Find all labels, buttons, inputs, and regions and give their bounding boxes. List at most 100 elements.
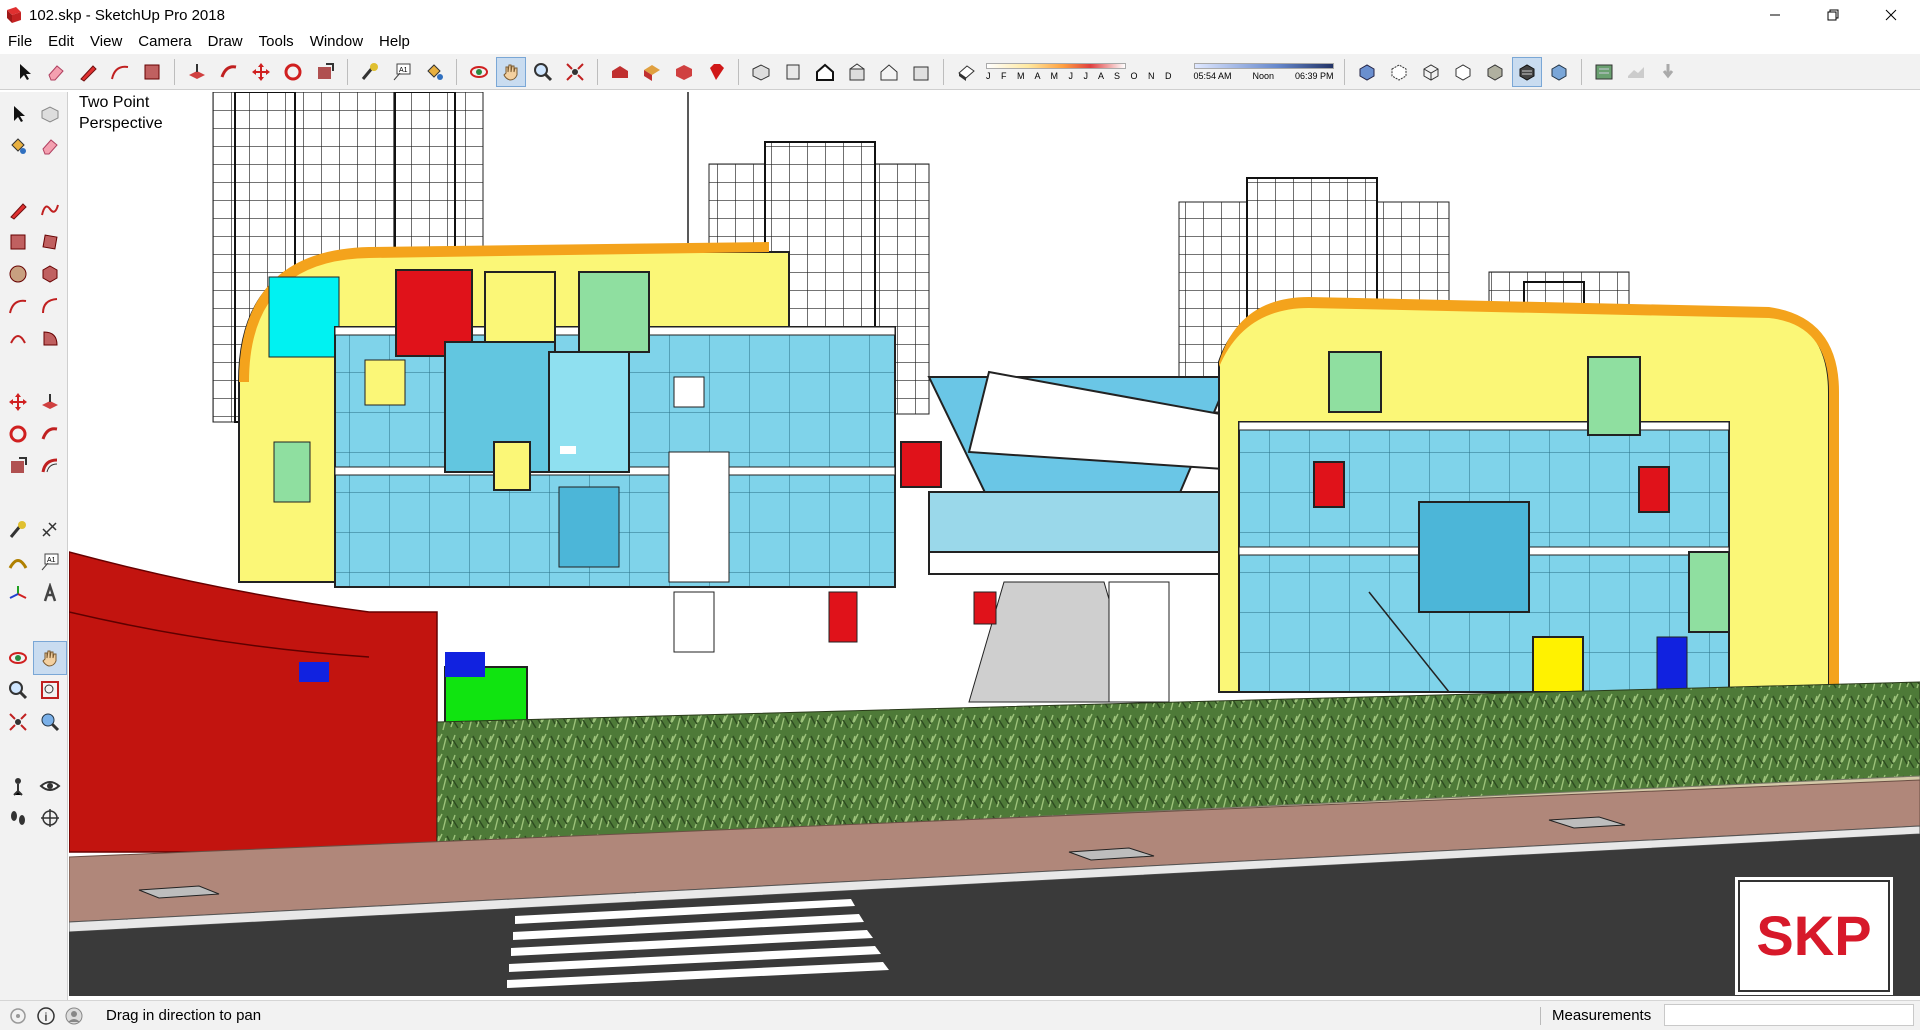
text-tool-button[interactable]: A1 (387, 57, 417, 87)
lt-circle-button[interactable] (2, 258, 34, 290)
wireframe-button[interactable] (1416, 57, 1446, 87)
measurements-input[interactable] (1664, 1004, 1914, 1026)
pan-button[interactable] (496, 56, 526, 87)
left-view-button[interactable] (906, 57, 936, 87)
push-pull-button[interactable] (182, 57, 212, 87)
hidden-line-button[interactable] (1448, 57, 1478, 87)
credits-info-icon[interactable]: i (36, 1006, 56, 1026)
right-view-button[interactable] (842, 57, 872, 87)
line-tool-button[interactable] (73, 57, 103, 87)
lt-zoom-button[interactable] (2, 674, 34, 706)
rotate-tool-button[interactable] (278, 57, 308, 87)
lt-pie-button[interactable] (34, 322, 66, 354)
back-edges-icon (1391, 63, 1407, 81)
minimize-button[interactable] (1746, 0, 1804, 30)
rectangle-tool-button[interactable] (137, 57, 167, 87)
shadow-toggle-button[interactable] (951, 57, 981, 87)
photo-textures-button[interactable] (1653, 57, 1683, 87)
move-icon (9, 393, 27, 411)
lt-freehand-button[interactable] (34, 194, 66, 226)
close-button[interactable] (1862, 0, 1920, 30)
extension-warehouse-button[interactable] (669, 57, 699, 87)
user-account-icon[interactable] (64, 1006, 84, 1026)
lt-walk-button[interactable] (2, 802, 34, 834)
lt-offset-button[interactable] (34, 450, 66, 482)
zoom-extents-button[interactable] (560, 57, 590, 87)
lt-rotate-button[interactable] (2, 418, 34, 450)
lt-orbit-button[interactable] (2, 642, 34, 674)
lt-axes-button[interactable] (2, 578, 34, 610)
shaded-textures-button[interactable] (1511, 56, 1542, 87)
lt-2point-arc-button[interactable] (34, 290, 66, 322)
zoom-button[interactable] (528, 57, 558, 87)
back-view-button[interactable] (874, 57, 904, 87)
lt-protractor-button[interactable] (2, 546, 34, 578)
top-view-button[interactable] (778, 57, 808, 87)
lt-position-camera-button[interactable] (2, 770, 34, 802)
move-tool-button[interactable] (246, 57, 276, 87)
lt-pan-button[interactable] (33, 641, 67, 675)
menu-view[interactable]: View (82, 30, 130, 54)
orbit-button[interactable] (464, 57, 494, 87)
menu-edit[interactable]: Edit (40, 30, 82, 54)
lt-follow-me-button[interactable] (34, 418, 66, 450)
arc-tool-button[interactable] (105, 57, 135, 87)
lt-rectangle-button[interactable] (2, 226, 34, 258)
menu-help[interactable]: Help (371, 30, 418, 54)
tape-measure-button[interactable] (355, 57, 385, 87)
menu-window[interactable]: Window (302, 30, 371, 54)
lt-line-button[interactable] (2, 194, 34, 226)
lt-dimension-button[interactable] (34, 514, 66, 546)
lt-zoom-window-button[interactable] (34, 674, 66, 706)
iso-view-button[interactable] (746, 57, 776, 87)
shadow-time-slider[interactable]: 05:54 AM Noon 06:39 PM (1193, 57, 1334, 87)
front-view-button[interactable] (810, 57, 840, 87)
rotate-icon (284, 63, 302, 80)
warehouse-button[interactable] (605, 57, 635, 87)
right-view-icon (849, 62, 865, 80)
lt-scale-button[interactable] (2, 450, 34, 482)
lt-arc-button[interactable] (2, 290, 34, 322)
menu-tools[interactable]: Tools (251, 30, 302, 54)
text-icon: A1 (393, 63, 411, 80)
lt-select-button[interactable] (2, 98, 34, 130)
lt-move-button[interactable] (2, 386, 34, 418)
menu-draw[interactable]: Draw (200, 30, 251, 54)
add-location-button[interactable] (1589, 57, 1619, 87)
components-icon (644, 64, 660, 81)
menu-camera[interactable]: Camera (130, 30, 199, 54)
lt-text-button[interactable]: A1 (34, 546, 66, 578)
lt-eraser-button[interactable] (34, 130, 66, 162)
menu-file[interactable]: File (0, 30, 40, 54)
restore-button[interactable] (1804, 0, 1862, 30)
lt-polygon-button[interactable] (34, 258, 66, 290)
lt-paint-button[interactable] (2, 130, 34, 162)
lt-push-pull-button[interactable] (34, 386, 66, 418)
eraser-tool-button[interactable] (41, 57, 71, 87)
lt-look-around-button[interactable] (34, 770, 66, 802)
ruby-console-button[interactable] (701, 57, 731, 87)
lt-3d-text-button[interactable] (34, 578, 66, 610)
lt-zoom-extents-button[interactable] (2, 706, 34, 738)
lt-section-plane-button[interactable] (34, 802, 66, 834)
xray-button[interactable] (1352, 57, 1382, 87)
lt-tape-measure-button[interactable] (2, 514, 34, 546)
lt-previous-view-button[interactable] (34, 706, 66, 738)
toggle-terrain-button[interactable] (1621, 57, 1651, 87)
follow-me-button[interactable] (214, 57, 244, 87)
wireframe-icon (1423, 63, 1439, 81)
lt-make-component-button[interactable] (34, 98, 66, 130)
scale-tool-button[interactable] (310, 57, 340, 87)
paint-bucket-button[interactable] (419, 57, 449, 87)
components-button[interactable] (637, 57, 667, 87)
shadow-month-slider[interactable]: J F M A M J J A S O N D (986, 57, 1176, 87)
monochrome-button[interactable] (1544, 57, 1574, 87)
geolocation-status-icon[interactable] (8, 1006, 28, 1026)
model-viewport[interactable]: Two Point Perspective SKP (69, 92, 1920, 996)
back-edges-button[interactable] (1384, 57, 1414, 87)
time-mid-label: Noon (1252, 70, 1275, 81)
shaded-button[interactable] (1480, 57, 1510, 87)
lt-rotated-rectangle-button[interactable] (34, 226, 66, 258)
lt-3point-arc-button[interactable] (2, 322, 34, 354)
select-tool-button[interactable] (9, 57, 39, 87)
